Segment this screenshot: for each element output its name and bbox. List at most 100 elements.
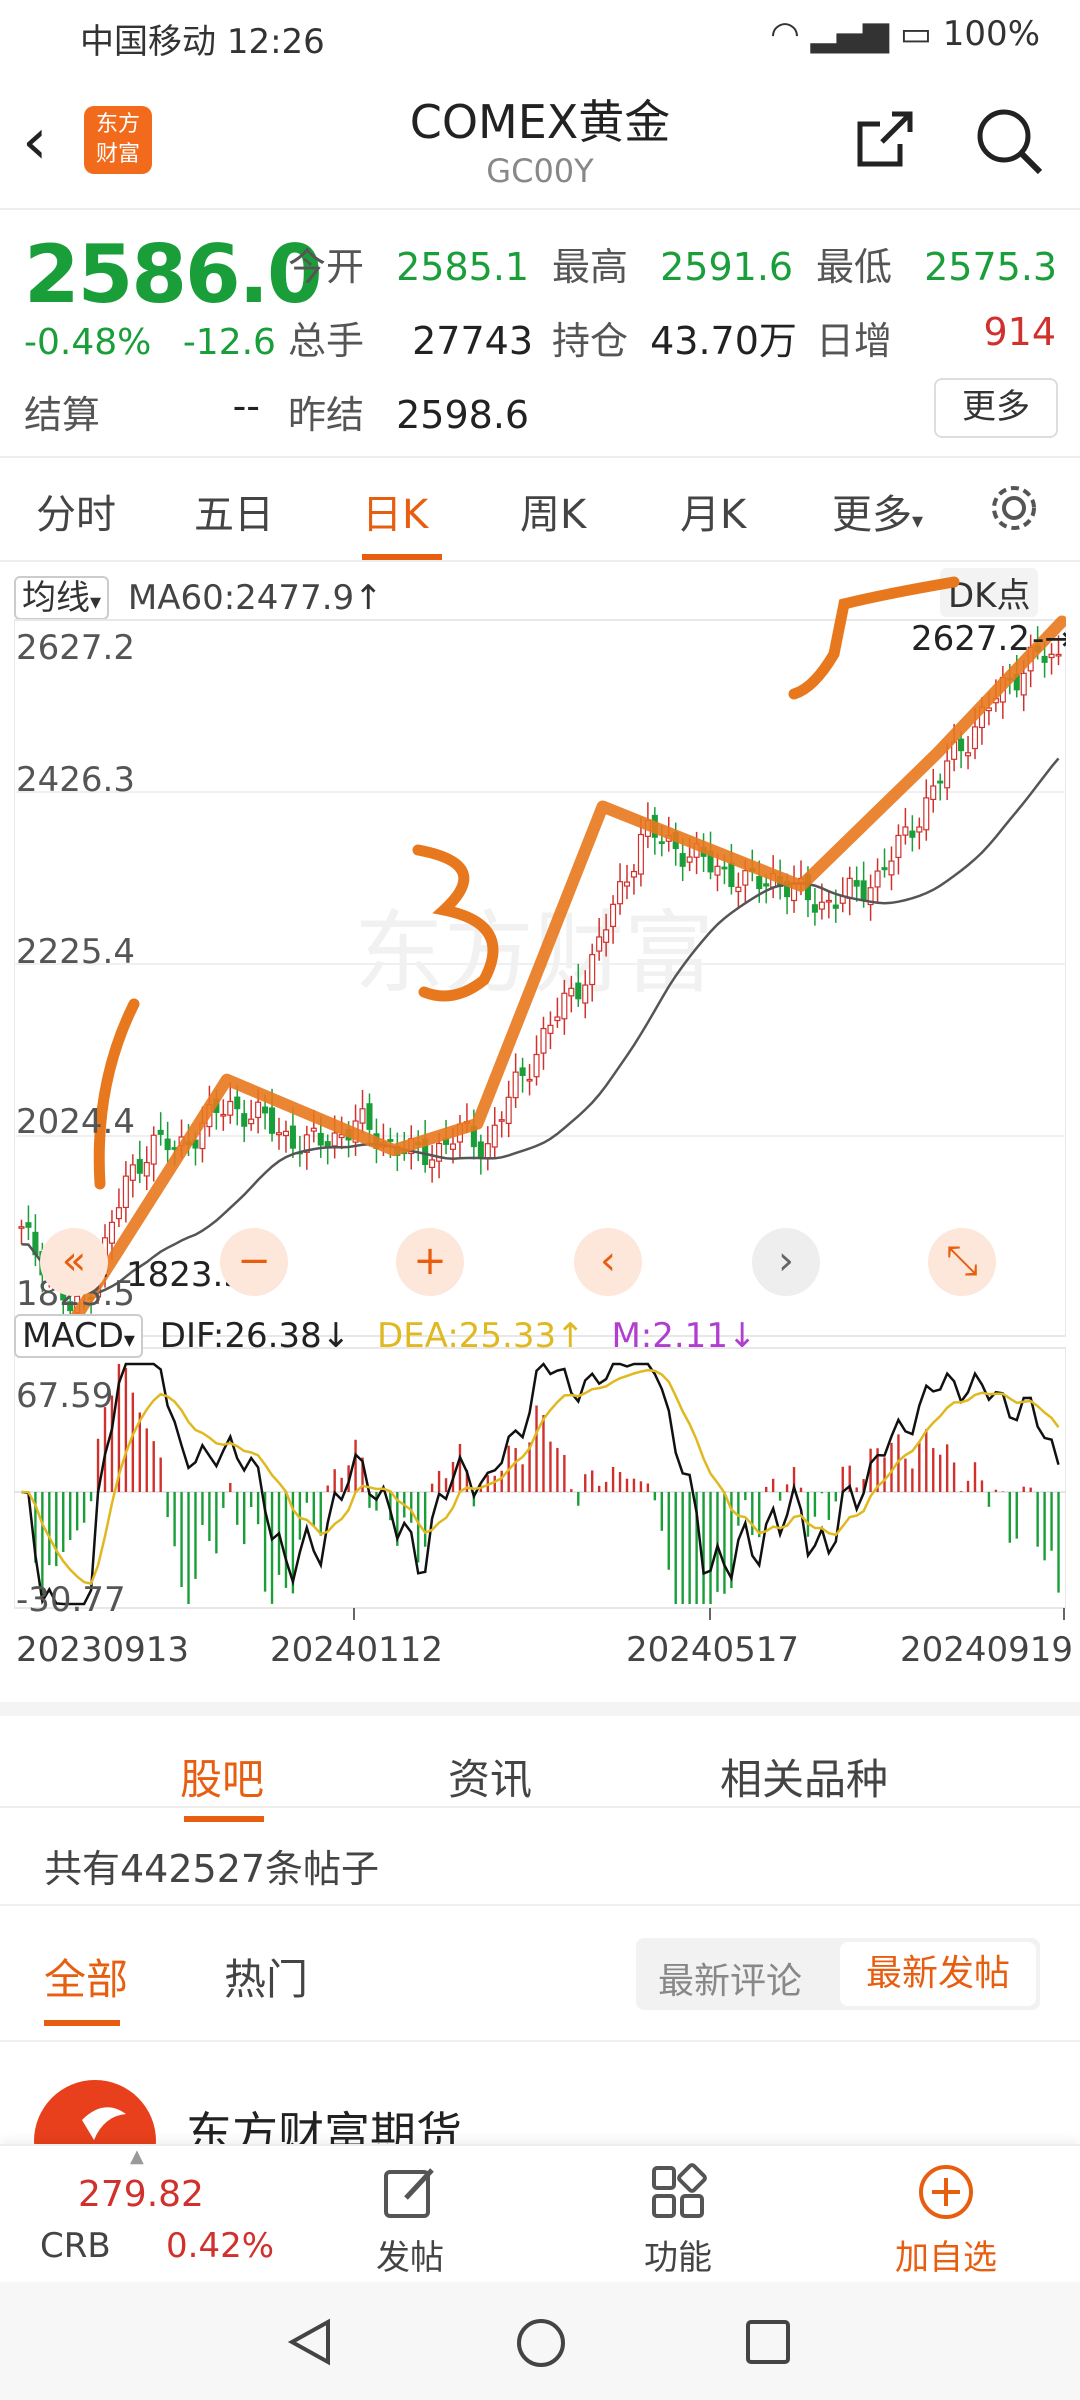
more-button[interactable]: 更多	[934, 378, 1058, 438]
dea-arrow: ↑	[556, 1316, 585, 1356]
candle-body	[575, 982, 582, 1000]
tab-more[interactable]: 更多▾	[832, 482, 923, 540]
sort-latest-post[interactable]: 最新发帖	[840, 1942, 1036, 2006]
candle-body	[248, 1118, 255, 1125]
divider	[0, 2040, 1080, 2042]
signal-icon: ▂▄▆	[810, 14, 890, 54]
grid-icon	[652, 2163, 707, 2218]
caret-up-icon: ▲	[130, 2146, 144, 2167]
candle-body	[916, 826, 923, 833]
crb-index-value[interactable]: 279.82	[78, 2174, 204, 2215]
search-icon[interactable]	[974, 106, 1046, 178]
share-icon[interactable]	[852, 108, 916, 172]
candle-body	[818, 901, 825, 910]
candle-body	[512, 1071, 519, 1099]
candle-body	[596, 936, 603, 952]
high-value: 2591.6	[660, 245, 794, 289]
candle-body	[568, 987, 575, 997]
candle-body	[902, 826, 909, 836]
tab-related[interactable]: 相关品种	[720, 1746, 888, 1807]
macd-frame	[14, 1347, 1066, 1609]
nav-back-icon[interactable]	[284, 2316, 336, 2368]
settings-gear-icon[interactable]	[986, 480, 1042, 536]
fullscreen-button[interactable]: ⤡	[928, 1228, 996, 1296]
filter-hot[interactable]: 热门	[224, 1946, 308, 2007]
active-tab-indicator	[362, 554, 442, 560]
candle-body	[832, 904, 839, 909]
candle-body	[387, 1139, 394, 1142]
y-tick-label: 2426.3	[16, 760, 135, 800]
candle-body	[846, 877, 853, 899]
candle-body	[255, 1101, 262, 1119]
scroll-start-button[interactable]: «	[40, 1228, 108, 1296]
m-value: M:2.11	[611, 1316, 728, 1356]
sort-latest-comment[interactable]: 最新评论	[658, 1952, 802, 2004]
open-label: 今开	[288, 245, 365, 289]
candle-body	[686, 856, 693, 863]
candle-body	[129, 1164, 136, 1181]
zoom-in-button[interactable]: +	[396, 1228, 464, 1296]
macd-bars	[27, 1364, 1060, 1604]
candle-body	[658, 841, 665, 844]
add-circle-icon	[919, 2165, 973, 2219]
date-label: 20230913	[16, 1630, 190, 1670]
candle-body	[958, 738, 965, 752]
function-button[interactable]: 功能	[598, 2146, 758, 2279]
candle-body	[449, 1143, 457, 1150]
date-label: 20240919	[900, 1630, 1074, 1670]
dea-value: DEA:25.33	[377, 1316, 557, 1356]
candle-body	[115, 1207, 122, 1220]
wifi-icon: ◠	[770, 14, 800, 54]
kline-chart[interactable]: 东方财富 2627.2 -→ ← 1823.5	[14, 564, 1066, 1700]
crb-index-change: 0.42%	[166, 2226, 275, 2266]
candle-body	[923, 797, 930, 831]
change-value: -12.6	[182, 322, 276, 363]
low-value: 2575.3	[924, 245, 1058, 289]
candle-body	[874, 870, 881, 888]
candle-body	[603, 929, 610, 943]
nav-home-icon[interactable]	[514, 2316, 568, 2370]
tab-forum[interactable]: 股吧	[180, 1746, 264, 1807]
candle-body	[18, 1226, 25, 1229]
candle-body	[150, 1134, 157, 1165]
candle-body	[498, 1119, 505, 1122]
y-tick-label: 2627.2	[16, 628, 135, 668]
candle-body	[526, 1078, 533, 1082]
candle-body	[735, 886, 742, 893]
period-tabs: 分时 五日 日K 周K 月K 更多▾	[0, 456, 1080, 562]
candle-body	[359, 1108, 366, 1124]
add-watchlist-button[interactable]: 加自选	[866, 2146, 1026, 2279]
post-button[interactable]: 发帖	[330, 2146, 490, 2279]
scroll-left-button[interactable]: ‹	[574, 1228, 642, 1296]
candle-body	[811, 904, 818, 913]
nav-recents-icon[interactable]	[744, 2318, 792, 2366]
prev-settle-value: 2598.6	[396, 393, 530, 437]
candle-body	[25, 1222, 32, 1228]
macd-select[interactable]: MACD▾	[14, 1314, 143, 1358]
dif-line	[21, 1362, 1060, 1606]
daily-inc-group: 日增 914	[816, 310, 1056, 365]
scroll-right-button[interactable]: ›	[752, 1228, 820, 1296]
candle-body	[317, 1132, 324, 1146]
tab-intraday[interactable]: 分时	[36, 482, 116, 540]
candle-body	[262, 1106, 269, 1114]
candle-body	[944, 760, 951, 789]
low-label: 最低	[816, 245, 893, 289]
filter-all[interactable]: 全部	[44, 1946, 128, 2007]
tab-news[interactable]: 资讯	[448, 1746, 532, 1807]
tab-monthly-k[interactable]: 月K	[680, 482, 746, 540]
zoom-out-button[interactable]: −	[220, 1228, 288, 1296]
macd-select-label: MACD	[22, 1316, 124, 1356]
prev-settle-label: 昨结	[288, 393, 365, 437]
function-button-label: 功能	[644, 2238, 712, 2278]
candle-body	[220, 1113, 227, 1117]
candle-body	[241, 1113, 248, 1127]
tab-weekly-k[interactable]: 周K	[520, 482, 586, 540]
high-group: 最高 2591.6	[552, 236, 793, 291]
system-nav-bar	[0, 2282, 1080, 2400]
tab-five-day[interactable]: 五日	[194, 482, 274, 540]
candle-body	[561, 992, 568, 1020]
tab-daily-k[interactable]: 日K	[362, 482, 428, 540]
dif-arrow: ↓	[321, 1316, 351, 1356]
candle-body	[714, 865, 721, 876]
